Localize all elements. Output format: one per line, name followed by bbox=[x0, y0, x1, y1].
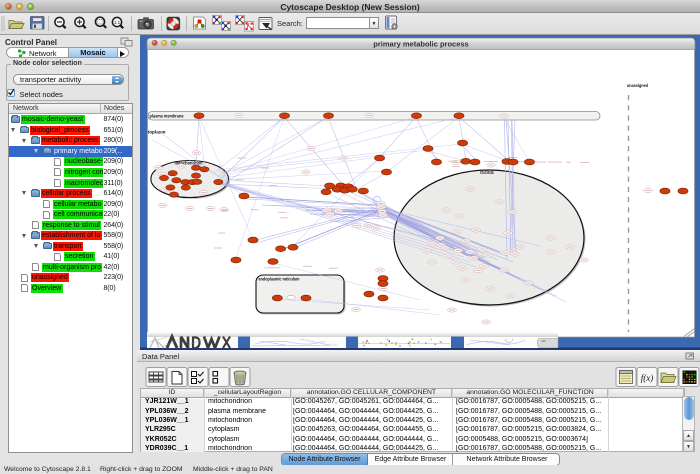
svg-text:1:1: 1:1 bbox=[114, 20, 121, 25]
svg-text:plasma membrane: plasma membrane bbox=[150, 114, 184, 120]
svg-text:unassigned: unassigned bbox=[627, 83, 648, 89]
svg-text:endoplasmic reticulum: endoplasmic reticulum bbox=[259, 277, 300, 283]
svg-text:nucleus: nucleus bbox=[480, 170, 494, 176]
svg-text:primary metabolic process: primary metabolic process bbox=[373, 40, 468, 49]
svg-text:f(x): f(x) bbox=[641, 373, 654, 383]
